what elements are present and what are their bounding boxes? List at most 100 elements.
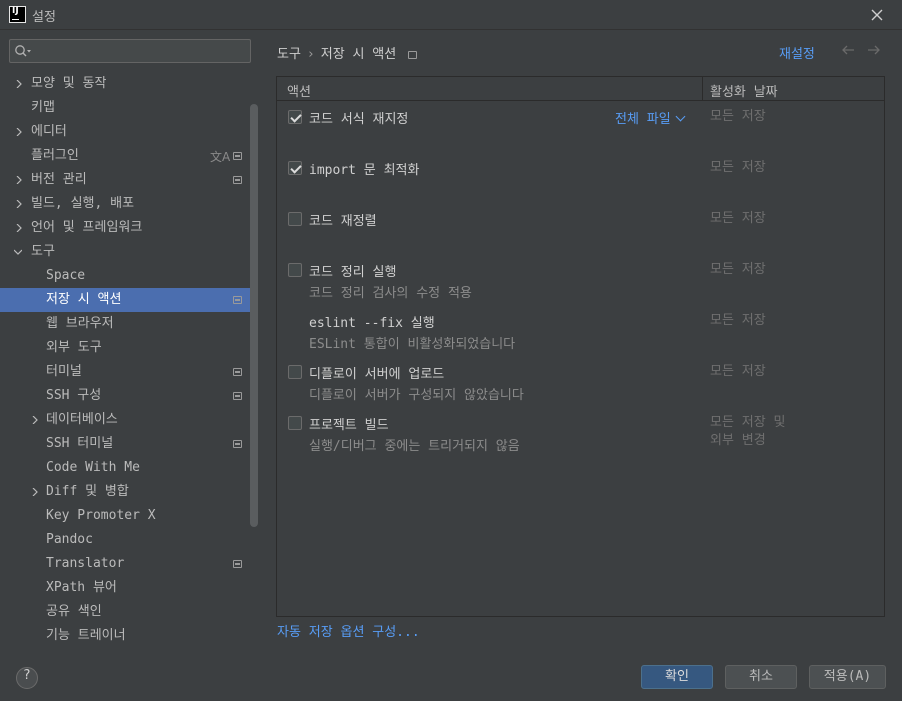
row-title: 디플로이 서버에 업로드: [309, 367, 445, 382]
sidebar-item-appearance[interactable]: 모양 및 동작: [0, 72, 258, 96]
close-icon[interactable]: [866, 4, 888, 26]
apply-button[interactable]: 적용(A): [809, 665, 886, 689]
search-icon: [14, 44, 32, 58]
sidebar-item-xpath-viewer[interactable]: XPath 뷰어: [0, 576, 258, 600]
reset-link[interactable]: 재설정: [779, 43, 815, 62]
row-title: 코드 재정렬: [309, 214, 377, 229]
row-when[interactable]: 모든 저장: [710, 210, 766, 228]
sidebar-item-translator[interactable]: Translator: [0, 552, 258, 576]
row-when-line1: 모든 저장 및: [710, 415, 786, 430]
back-arrow-icon[interactable]: [841, 43, 855, 57]
row-when[interactable]: 모든 저장: [710, 108, 766, 126]
rearrange-code-checkbox[interactable]: [288, 212, 302, 226]
code-cleanup-checkbox[interactable]: [288, 263, 302, 277]
project-settings-icon: [233, 440, 242, 448]
table-row[interactable]: 코드 서식 재지정 전체 파일 모든 저장: [277, 102, 884, 153]
sidebar-item-editor[interactable]: 에디터: [0, 120, 258, 144]
sidebar-item-label: Code With Me: [46, 460, 140, 475]
sidebar-item-web-browsers[interactable]: 웹 브라우저: [0, 312, 258, 336]
search-input[interactable]: [9, 39, 251, 63]
dialog-footer: ? 확인 취소 적용(A): [0, 653, 902, 701]
table-row[interactable]: 프로젝트 빌드 실행/디버그 중에는 트리거되지 않음 모든 저장 및 외부 변경: [277, 408, 884, 459]
sidebar-item-tools[interactable]: 도구: [0, 240, 258, 264]
sidebar-item-label: 공유 색인: [46, 604, 102, 619]
table-row[interactable]: eslint --fix 실행 ESLint 통합이 비활성화되었습니다 모든 …: [277, 306, 884, 357]
column-divider: [702, 77, 703, 101]
breadcrumb-separator: ›: [306, 47, 315, 62]
sidebar-item-version-control[interactable]: 버전 관리: [0, 168, 258, 192]
sidebar-item-code-with-me[interactable]: Code With Me: [0, 456, 258, 480]
breadcrumb-current: 저장 시 액션: [320, 47, 397, 62]
sidebar-item-label: 기능 트레이너: [46, 628, 126, 643]
sidebar-item-label: SSH 구성: [46, 388, 102, 403]
row-title: 코드 정리 실행: [309, 265, 397, 280]
sidebar-item-actions-on-save[interactable]: 저장 시 액션: [0, 288, 258, 312]
sidebar-item-shared-indexes[interactable]: 공유 색인: [0, 600, 258, 624]
table-row[interactable]: 코드 정리 실행 코드 정리 검사의 수정 적용 모든 저장: [277, 255, 884, 306]
row-when[interactable]: 모든 저장: [710, 312, 766, 330]
row-subtitle: ESLint 통합이 비활성화되었습니다: [309, 337, 516, 352]
ok-button[interactable]: 확인: [641, 665, 713, 689]
cancel-button[interactable]: 취소: [725, 665, 797, 689]
sidebar-item-pandoc[interactable]: Pandoc: [0, 528, 258, 552]
row-subtitle: 코드 정리 검사의 수정 적용: [309, 286, 472, 301]
sidebar-item-label: Space: [46, 268, 86, 283]
reformat-code-checkbox[interactable]: [288, 110, 302, 124]
sidebar-item-key-promoter[interactable]: Key Promoter X: [0, 504, 258, 528]
configure-autosave-link[interactable]: 자동 저장 옵션 구성...: [277, 621, 420, 640]
sidebar-item-label: XPath 뷰어: [46, 580, 117, 595]
chevron-down-icon: [675, 111, 686, 122]
row-when[interactable]: 모든 저장: [710, 159, 766, 177]
column-header-action[interactable]: 액션: [287, 81, 311, 100]
row-title: 프로젝트 빌드: [309, 418, 389, 433]
table-row[interactable]: 코드 재정렬 모든 저장: [277, 204, 884, 255]
sidebar-item-label: 외부 도구: [46, 340, 102, 355]
sidebar-item-space[interactable]: Space: [0, 264, 258, 288]
row-when[interactable]: 모든 저장 및외부 변경: [710, 414, 785, 450]
translate-icon: 文A: [210, 150, 231, 164]
sidebar-item-label: 언어 및 프레임워크: [31, 220, 143, 235]
breadcrumb: 도구 › 저장 시 액션: [277, 43, 418, 62]
sidebar-item-feature-trainer[interactable]: 기능 트레이너: [0, 624, 258, 648]
build-project-checkbox[interactable]: [288, 416, 302, 430]
column-header-when[interactable]: 활성화 날짜: [710, 81, 778, 100]
forward-arrow-icon[interactable]: [867, 43, 881, 57]
table-row[interactable]: 디플로이 서버에 업로드 디플로이 서버가 구성되지 않았습니다 모든 저장: [277, 357, 884, 408]
sidebar-item-label: 빌드, 실행, 배포: [31, 196, 135, 211]
sidebar-item-plugins[interactable]: 플러그인 文A: [0, 144, 258, 168]
row-title: eslint --fix 실행: [309, 316, 435, 331]
upload-deploy-checkbox[interactable]: [288, 365, 302, 379]
sidebar-item-label: Pandoc: [46, 532, 93, 547]
sidebar-scrollbar[interactable]: [250, 104, 258, 527]
settings-tree: 모양 및 동작 키맵 에디터 플러그인 文A 버전 관리 빌드, 실행, 배포 …: [0, 72, 258, 648]
sidebar-item-label: 키맵: [31, 100, 55, 115]
sidebar-item-label: 모양 및 동작: [31, 76, 107, 91]
row-subtitle: 디플로이 서버가 구성되지 않았습니다: [309, 388, 524, 403]
settings-sidebar: 모양 및 동작 키맵 에디터 플러그인 文A 버전 관리 빌드, 실행, 배포 …: [0, 31, 260, 653]
row-when-line2: 외부 변경: [710, 433, 766, 448]
row-when[interactable]: 모든 저장: [710, 261, 766, 279]
sidebar-item-diff-merge[interactable]: Diff 및 병합: [0, 480, 258, 504]
project-settings-icon: [408, 51, 418, 59]
sidebar-item-ssh-configs[interactable]: SSH 구성: [0, 384, 258, 408]
sidebar-item-terminal[interactable]: 터미널: [0, 360, 258, 384]
breadcrumb-parent[interactable]: 도구: [277, 43, 301, 62]
row-when[interactable]: 모든 저장: [710, 363, 766, 381]
help-icon[interactable]: ?: [16, 667, 38, 689]
sidebar-item-label: 에디터: [31, 124, 67, 139]
sidebar-item-languages[interactable]: 언어 및 프레임워크: [0, 216, 258, 240]
sidebar-item-label: SSH 터미널: [46, 436, 114, 451]
sidebar-item-build[interactable]: 빌드, 실행, 배포: [0, 192, 258, 216]
sidebar-item-label: 플러그인: [31, 148, 79, 163]
actions-table: 액션 활성화 날짜 코드 서식 재지정 전체 파일 모든 저장 import 문…: [276, 76, 885, 617]
sidebar-item-keymap[interactable]: 키맵: [0, 96, 258, 120]
scope-dropdown[interactable]: 전체 파일: [615, 108, 686, 127]
optimize-imports-checkbox[interactable]: [288, 161, 302, 175]
table-row[interactable]: import 문 최적화 모든 저장: [277, 153, 884, 204]
sidebar-item-database[interactable]: 데이터베이스: [0, 408, 258, 432]
sidebar-item-ssh-terminal[interactable]: SSH 터미널: [0, 432, 258, 456]
sidebar-item-label: 웹 브라우저: [46, 316, 114, 331]
title-bar: 설정: [0, 0, 902, 30]
intellij-logo-icon: [9, 6, 26, 23]
sidebar-item-external-tools[interactable]: 외부 도구: [0, 336, 258, 360]
